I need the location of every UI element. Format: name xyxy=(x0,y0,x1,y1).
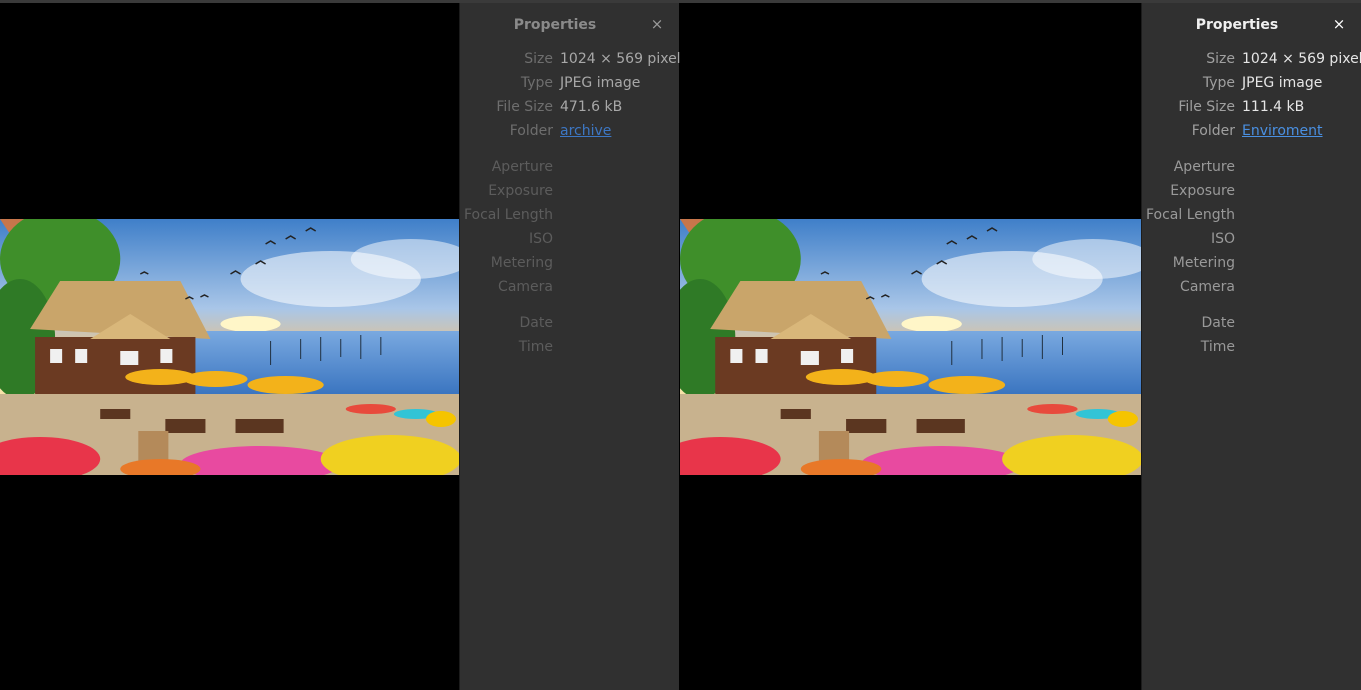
metering-label: Metering xyxy=(490,255,553,271)
date-row: Date xyxy=(460,312,679,334)
size-label: Size xyxy=(524,51,553,67)
type-row: Type JPEG image xyxy=(460,72,679,94)
time-row: Time xyxy=(1142,336,1361,358)
right-properties-header: Properties × xyxy=(1142,3,1361,47)
iso-row: ISO xyxy=(1142,228,1361,250)
aperture-row: Aperture xyxy=(1142,156,1361,178)
date-label: Date xyxy=(1201,315,1235,331)
image-viewer-window: Properties × Size 1024 × 569 pixels Type… xyxy=(0,0,1361,690)
properties-title: Properties xyxy=(1195,17,1279,33)
right-image-canvas[interactable] xyxy=(680,3,1141,690)
file-size-value: 471.6 kB xyxy=(560,99,623,115)
exposure-row: Exposure xyxy=(460,180,679,202)
file-size-label: File Size xyxy=(1178,99,1235,115)
focal-length-label: Focal Length xyxy=(1145,207,1235,223)
aperture-label: Aperture xyxy=(1173,159,1235,175)
type-value: JPEG image xyxy=(1242,75,1323,91)
camera-row: Camera xyxy=(460,276,679,298)
folder-link[interactable]: Enviroment xyxy=(1242,120,1323,142)
date-row: Date xyxy=(1142,312,1361,334)
close-icon[interactable]: × xyxy=(649,15,665,33)
metering-row: Metering xyxy=(460,252,679,274)
time-label: Time xyxy=(1200,339,1235,355)
left-image-preview xyxy=(0,219,459,475)
type-label: Type xyxy=(520,75,553,91)
focal-length-row: Focal Length xyxy=(1142,204,1361,226)
left-image-canvas[interactable] xyxy=(0,3,459,690)
metering-label: Metering xyxy=(1172,255,1235,271)
aperture-label: Aperture xyxy=(491,159,553,175)
right-properties-panel: Properties × Size 1024 × 569 pixels Type… xyxy=(1141,3,1361,690)
folder-label: Folder xyxy=(509,123,553,139)
file-size-row: File Size 471.6 kB xyxy=(460,96,679,118)
aperture-row: Aperture xyxy=(460,156,679,178)
folder-link[interactable]: archive xyxy=(560,120,611,142)
exposure-label: Exposure xyxy=(488,183,553,199)
size-value: 1024 × 569 pixels xyxy=(1242,51,1361,67)
exposure-row: Exposure xyxy=(1142,180,1361,202)
left-properties-panel: Properties × Size 1024 × 569 pixels Type… xyxy=(459,3,688,690)
type-label: Type xyxy=(1202,75,1235,91)
properties-title: Properties xyxy=(513,17,597,33)
close-icon[interactable]: × xyxy=(1331,15,1347,33)
iso-label: ISO xyxy=(528,231,553,247)
exposure-label: Exposure xyxy=(1170,183,1235,199)
focal-length-label: Focal Length xyxy=(463,207,553,223)
iso-label: ISO xyxy=(1210,231,1235,247)
time-label: Time xyxy=(518,339,553,355)
file-size-label: File Size xyxy=(496,99,553,115)
camera-row: Camera xyxy=(1142,276,1361,298)
camera-label: Camera xyxy=(498,279,553,295)
size-row: Size 1024 × 569 pixels xyxy=(460,48,688,70)
time-row: Time xyxy=(460,336,679,358)
metering-row: Metering xyxy=(1142,252,1361,274)
date-label: Date xyxy=(519,315,553,331)
focal-length-row: Focal Length xyxy=(460,204,679,226)
right-image-preview xyxy=(680,219,1141,475)
type-row: Type JPEG image xyxy=(1142,72,1361,94)
iso-row: ISO xyxy=(460,228,679,250)
size-row: Size 1024 × 569 pixels xyxy=(1142,48,1361,70)
folder-row: Folder archive xyxy=(460,120,679,142)
file-size-row: File Size 111.4 kB xyxy=(1142,96,1361,118)
file-size-value: 111.4 kB xyxy=(1242,99,1305,115)
size-value: 1024 × 569 pixels xyxy=(560,51,688,67)
folder-label: Folder xyxy=(1191,123,1235,139)
type-value: JPEG image xyxy=(560,75,641,91)
folder-row: Folder Enviroment xyxy=(1142,120,1361,142)
size-label: Size xyxy=(1206,51,1235,67)
left-properties-header: Properties × xyxy=(460,3,679,47)
camera-label: Camera xyxy=(1180,279,1235,295)
